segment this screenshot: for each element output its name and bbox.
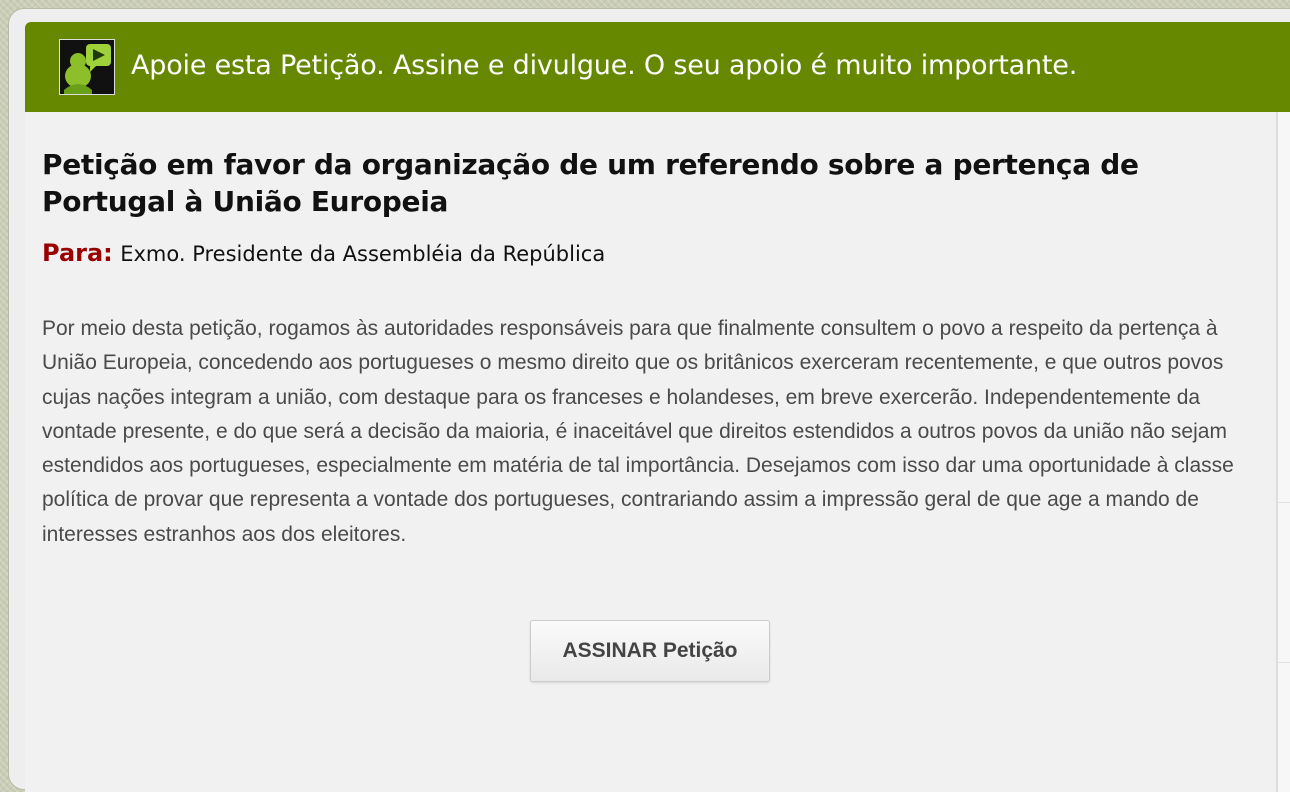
- recipient-line: Para: Exmo. Presidente da Assembléia da …: [42, 239, 605, 267]
- recipient-value: Exmo. Presidente da Assembléia da Repúbl…: [120, 242, 606, 266]
- recipient-label: Para:: [42, 239, 113, 267]
- banner-text: Apoie esta Petição. Assine e divulgue. O…: [131, 50, 1078, 81]
- petition-content: Petição em favor da organização de um re…: [25, 112, 1277, 792]
- petition-body: Por meio desta petição, rogamos às autor…: [42, 317, 1234, 546]
- sidebar-divider: [1278, 502, 1290, 503]
- sign-petition-button[interactable]: ASSINAR Petição: [530, 620, 770, 682]
- support-banner: Apoie esta Petição. Assine e divulgue. O…: [25, 22, 1290, 112]
- petition-panel: Apoie esta Petição. Assine e divulgue. O…: [25, 22, 1290, 792]
- petition-title: Petição em favor da organização de um re…: [42, 148, 1139, 218]
- person-play-icon: [59, 39, 115, 95]
- right-sidebar-edge: [1277, 112, 1290, 792]
- sidebar-divider: [1278, 662, 1290, 663]
